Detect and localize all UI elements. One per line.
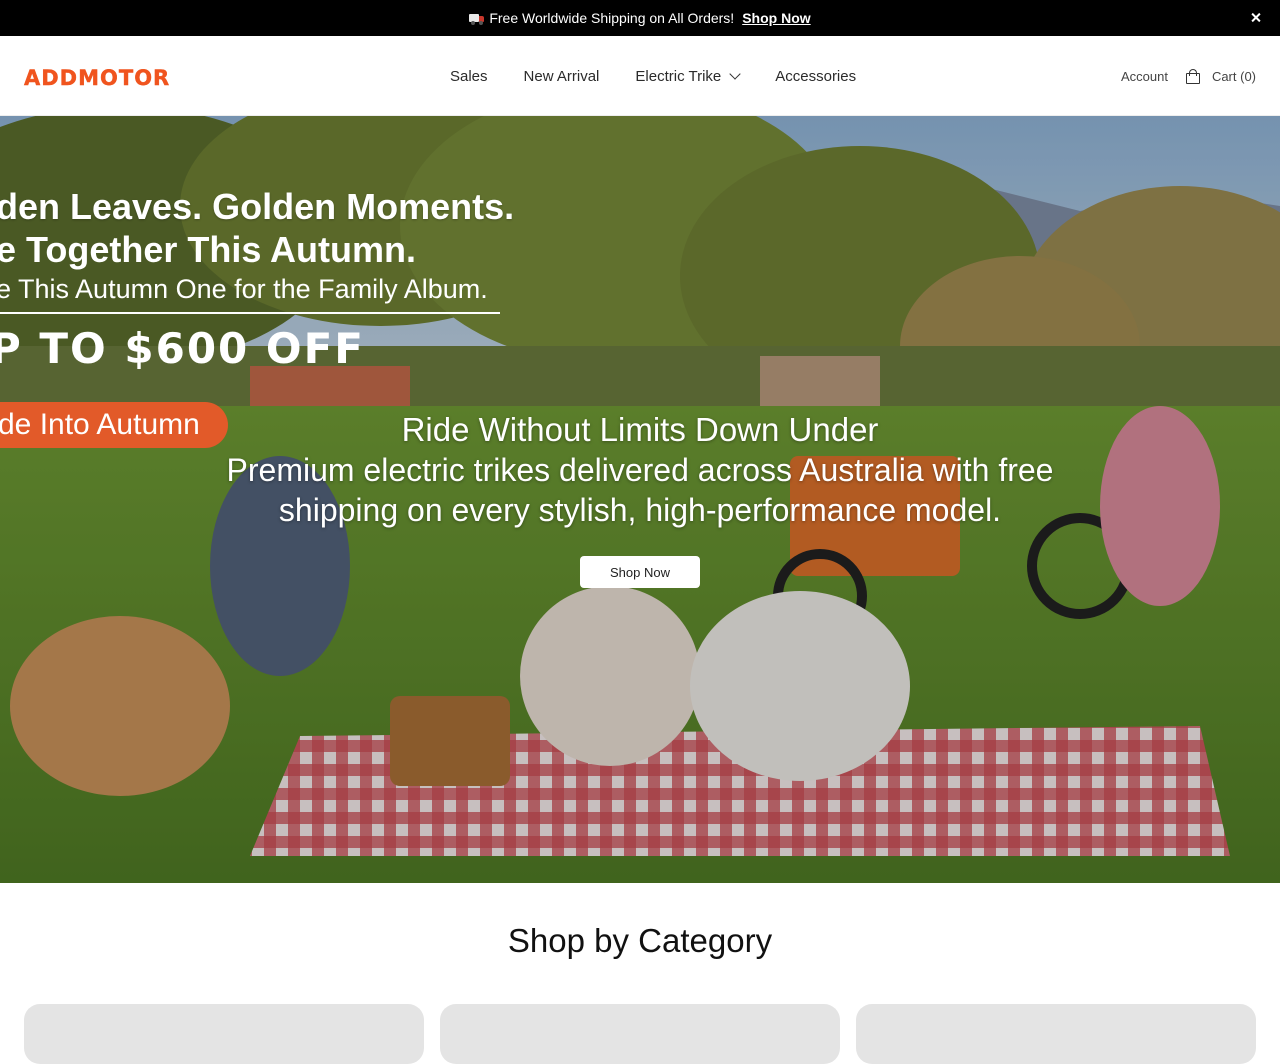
announcement-text: Free Worldwide Shipping on All Orders! [489, 10, 735, 26]
category-card[interactable] [24, 1004, 424, 1064]
main-nav: Sales New Arrival Electric Trike Accesso… [432, 36, 874, 116]
site-header: ADDMOTOR Sales New Arrival Electric Trik… [0, 36, 1280, 116]
shopping-bag-icon [1185, 68, 1200, 84]
hero-banner: den Leaves. Golden Moments. e Together T… [0, 116, 1280, 883]
header-actions: Account Cart (0) [1121, 36, 1256, 116]
hero-copy: Ride Without Limits Down Under Premium e… [0, 410, 1280, 530]
announcement-shop-now-link[interactable]: Shop Now [742, 10, 810, 26]
nav-item-accessories[interactable]: Accessories [775, 68, 856, 85]
category-card[interactable] [856, 1004, 1256, 1064]
nav-item-new-arrival[interactable]: New Arrival [524, 68, 600, 85]
account-link[interactable]: Account [1121, 69, 1168, 84]
promo-line-3: e This Autumn One for the Family Album. [0, 274, 488, 304]
category-card[interactable] [440, 1004, 840, 1064]
hero-subtitle: Premium electric trikes delivered across… [226, 452, 1054, 528]
hero-shop-now-button[interactable]: Shop Now [580, 556, 700, 588]
truck-icon [469, 13, 485, 25]
chevron-down-icon [729, 67, 741, 80]
cart-label: Cart (0) [1211, 68, 1256, 84]
nav-item-electric-trike[interactable]: Electric Trike [635, 67, 741, 85]
announcement-bar: Free Worldwide Shipping on All Orders! S… [0, 0, 1280, 36]
promo-line-1: den Leaves. Golden Moments. [0, 186, 515, 227]
logo[interactable]: ADDMOTOR [24, 66, 170, 90]
promo-discount: P TO $600 OFF [0, 324, 365, 373]
cart-button[interactable]: Cart (0) [1185, 68, 1256, 84]
hero-title: Ride Without Limits Down Under [401, 411, 879, 448]
nav-item-sales[interactable]: Sales [450, 68, 488, 85]
promo-divider [0, 312, 500, 314]
nav-item-electric-trike-label: Electric Trike [635, 67, 722, 85]
close-icon[interactable] [1248, 10, 1264, 26]
promo-line-2: e Together This Autumn. [0, 229, 416, 270]
section-title: Shop by Category [507, 922, 773, 959]
